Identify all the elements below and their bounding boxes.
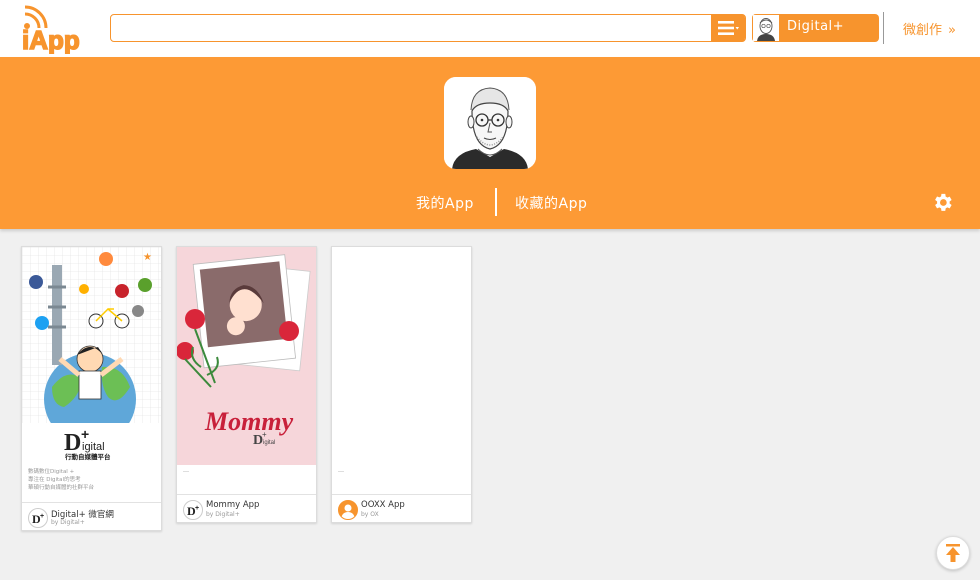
user-avatar: [752, 14, 780, 42]
author-avatar: [338, 500, 358, 520]
desc-line: 數碼數位Digital +: [28, 469, 75, 475]
app-name[interactable]: Mommy App: [206, 500, 259, 510]
app-name[interactable]: OOXX App: [361, 500, 405, 510]
card-footer: D + Mommy App by Digital+: [177, 494, 316, 523]
svg-text:+: +: [195, 505, 199, 512]
search-input[interactable]: [115, 18, 705, 38]
svg-text:igital: igital: [82, 441, 105, 453]
search-box: [110, 14, 746, 42]
app-card[interactable]: --- OOXX App by OX: [331, 246, 472, 523]
header-divider: [883, 12, 884, 44]
card-footer: D + Digital+ 微官網 by Digital+: [22, 502, 161, 531]
hamburger-icon: [718, 21, 739, 35]
app-thumbnail: D + igital 行動自媒體平台 ★: [22, 247, 161, 465]
svg-text:+: +: [262, 430, 267, 439]
logo-text: iApp: [22, 25, 80, 54]
profile-avatar: [444, 77, 536, 169]
back-to-top-button[interactable]: [936, 536, 970, 570]
card-footer: OOXX App by OX: [332, 494, 471, 523]
iapp-logo[interactable]: iApp: [20, 2, 92, 56]
svg-text:行動自媒體平台: 行動自媒體平台: [64, 452, 111, 461]
user-menu[interactable]: Digital+: [752, 14, 879, 42]
svg-text:+: +: [40, 513, 44, 520]
micro-creation-label: 微創作: [903, 23, 943, 38]
app-author: by OX: [361, 511, 379, 518]
profile-banner: 我的App 收藏的App: [0, 57, 980, 229]
tab-my-apps[interactable]: 我的App: [416, 193, 474, 213]
svg-text:+: +: [81, 426, 89, 442]
micro-creation-link[interactable]: 微創作 »: [903, 19, 956, 38]
desc-line: 華碩行動自媒體的社群平台: [28, 485, 95, 491]
user-name: Digital+: [787, 19, 845, 34]
app-author: by Digital+: [206, 511, 240, 518]
app-thumbnail: Mommy D + igital: [177, 247, 316, 465]
app-card[interactable]: D + igital 行動自媒體平台 ★ 數碼數位Digital + 專注在 D…: [21, 246, 162, 531]
top-bar: iApp Digital+ 微創作 »: [0, 0, 980, 57]
app-description: ---: [338, 469, 344, 475]
svg-text:igital: igital: [263, 440, 275, 446]
app-card[interactable]: Mommy D + igital --- D + Mommy App by Di…: [176, 246, 317, 523]
author-avatar: D +: [183, 500, 203, 520]
author-avatar: D +: [28, 508, 48, 528]
menu-button[interactable]: [711, 14, 745, 42]
app-description: ---: [183, 469, 189, 475]
poster-title: Mommy: [204, 407, 294, 436]
double-chevron-right-icon: »: [948, 23, 956, 38]
tab-favorite-apps[interactable]: 收藏的App: [515, 193, 587, 213]
desc-line: 專注在 Digital的思考: [28, 477, 81, 483]
gear-icon[interactable]: [931, 191, 954, 214]
app-author: by Digital+: [51, 519, 85, 526]
tab-divider: [495, 188, 497, 216]
arrow-up-icon: [946, 544, 960, 562]
star-icon: ★: [143, 252, 152, 263]
app-description: 數碼數位Digital + 專注在 Digital的思考 華碩行動自媒體的社群平…: [28, 468, 156, 492]
app-thumbnail: [332, 247, 471, 465]
